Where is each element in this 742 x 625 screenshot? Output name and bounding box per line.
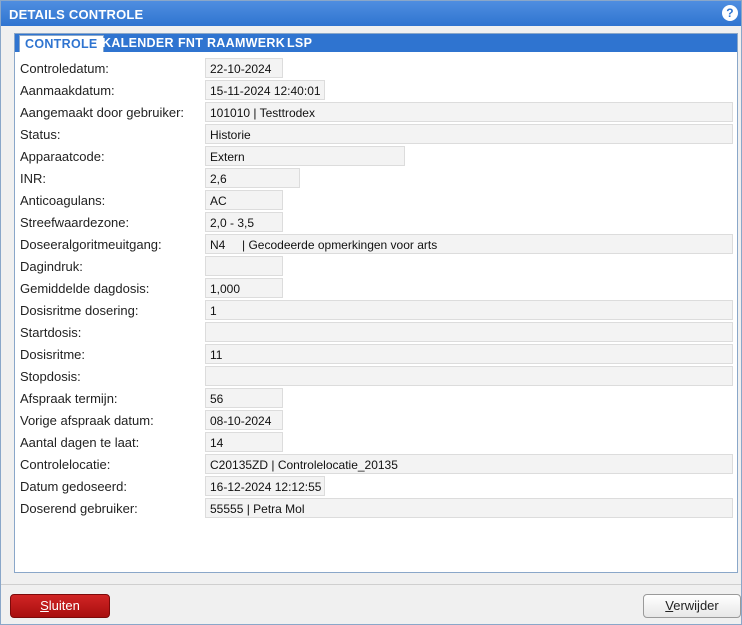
field-value: 22-10-2024 [205, 58, 283, 78]
field-value: 15-11-2024 12:40:01 [205, 80, 325, 100]
field-value: Extern [205, 146, 405, 166]
field-row-vorige-afspraak-datum: Vorige afspraak datum: 08-10-2024 [20, 410, 732, 430]
field-value [205, 322, 733, 342]
field-value: C20135ZD | Controlelocatie_20135 [205, 454, 733, 474]
field-label: Doserend gebruiker: [20, 501, 138, 516]
field-value: 2,6 [205, 168, 300, 188]
field-label: Aantal dagen te laat: [20, 435, 140, 450]
field-row-stopdosis: Stopdosis: [20, 366, 733, 386]
field-label: Doseeralgoritmeuitgang: [20, 237, 162, 252]
field-label: Streefwaardezone: [20, 215, 130, 230]
field-label: Gemiddelde dagdosis: [20, 281, 150, 296]
field-label: Dagindruk: [20, 259, 83, 274]
field-value: N4 | Gecodeerde opmerkingen voor arts [205, 234, 733, 254]
delete-button[interactable]: Verwijder [643, 594, 741, 618]
field-row-controlelocatie: Controlelocatie: C20135ZD | Controleloca… [20, 454, 733, 474]
field-row-controledatum: Controledatum: 22-10-2024 [20, 58, 732, 78]
field-value: AC [205, 190, 283, 210]
field-row-inr: INR: 2,6 [20, 168, 732, 188]
field-row-doseeralgoritmeuitgang: Doseeralgoritmeuitgang: N4 | Gecodeerde … [20, 234, 733, 254]
field-label: Stopdosis: [20, 369, 81, 384]
help-icon[interactable]: ? [722, 5, 738, 21]
field-value: 55555 | Petra Mol [205, 498, 733, 518]
field-label: Apparaatcode: [20, 149, 105, 164]
dialog-title-bar: DETAILS CONTROLE ? [1, 1, 741, 26]
field-row-afspraak-termijn: Afspraak termijn: 56 [20, 388, 732, 408]
field-value: 16-12-2024 12:12:55 [205, 476, 325, 496]
field-row-aangemaakt-door: Aangemaakt door gebruiker: 101010 | Test… [20, 102, 733, 122]
dialog-title: DETAILS CONTROLE [9, 7, 144, 22]
field-row-doserend-gebruiker: Doserend gebruiker: 55555 | Petra Mol [20, 498, 733, 518]
field-value: 56 [205, 388, 283, 408]
field-label: Dosisritme dosering: [20, 303, 139, 318]
field-row-gemiddelde-dagdosis: Gemiddelde dagdosis: 1,000 [20, 278, 732, 298]
field-row-dagindruk: Dagindruk: [20, 256, 732, 276]
tab-fnt-raamwerk[interactable]: FNT RAAMWERK [173, 35, 290, 52]
field-value: 08-10-2024 [205, 410, 283, 430]
field-value [205, 256, 283, 276]
close-button[interactable]: Sluiten [10, 594, 110, 618]
field-label: Aanmaakdatum: [20, 83, 115, 98]
details-panel: CONTROLE KALENDER FNT RAAMWERK LSP Contr… [14, 33, 738, 573]
field-label: Controledatum: [20, 61, 109, 76]
field-value [205, 366, 733, 386]
field-label: Dosisritme: [20, 347, 86, 362]
field-row-datum-gedoseerd: Datum gedoseerd: 16-12-2024 12:12:55 [20, 476, 732, 496]
field-label: Aangemaakt door gebruiker: [20, 105, 185, 120]
field-label: Anticoagulans: [20, 193, 106, 208]
field-value: 101010 | Testtrodex [205, 102, 733, 122]
tab-kalender[interactable]: KALENDER [97, 35, 179, 52]
field-value: 1,000 [205, 278, 283, 298]
tab-bar: CONTROLE KALENDER FNT RAAMWERK LSP [15, 34, 737, 52]
details-dialog: DETAILS CONTROLE ? CONTROLE KALENDER FNT… [0, 0, 742, 625]
field-value: 2,0 - 3,5 [205, 212, 283, 232]
field-label: Datum gedoseerd: [20, 479, 127, 494]
field-row-aantal-dagen-te-laat: Aantal dagen te laat: 14 [20, 432, 732, 452]
field-value: 11 [205, 344, 733, 364]
field-label: INR: [20, 171, 46, 186]
field-row-status: Status: Historie [20, 124, 733, 144]
tab-controle[interactable]: CONTROLE [19, 35, 104, 52]
field-label: Controlelocatie: [20, 457, 111, 472]
field-row-dosisritme: Dosisritme: 11 [20, 344, 733, 364]
field-label: Startdosis: [20, 325, 82, 340]
field-row-anticoagulans: Anticoagulans: AC [20, 190, 732, 210]
field-row-streefwaardezone: Streefwaardezone: 2,0 - 3,5 [20, 212, 732, 232]
field-label: Afspraak termijn: [20, 391, 118, 406]
footer-divider [1, 584, 741, 585]
field-value: Historie [205, 124, 733, 144]
field-row-startdosis: Startdosis: [20, 322, 733, 342]
field-row-aanmaakdatum: Aanmaakdatum: 15-11-2024 12:40:01 [20, 80, 732, 100]
field-row-dosisritme-dosering: Dosisritme dosering: 1 [20, 300, 733, 320]
field-label: Status: [20, 127, 61, 142]
field-row-apparaatcode: Apparaatcode: Extern [20, 146, 732, 166]
tab-lsp[interactable]: LSP [282, 35, 317, 52]
field-value: 1 [205, 300, 733, 320]
field-label: Vorige afspraak datum: [20, 413, 154, 428]
field-value: 14 [205, 432, 283, 452]
